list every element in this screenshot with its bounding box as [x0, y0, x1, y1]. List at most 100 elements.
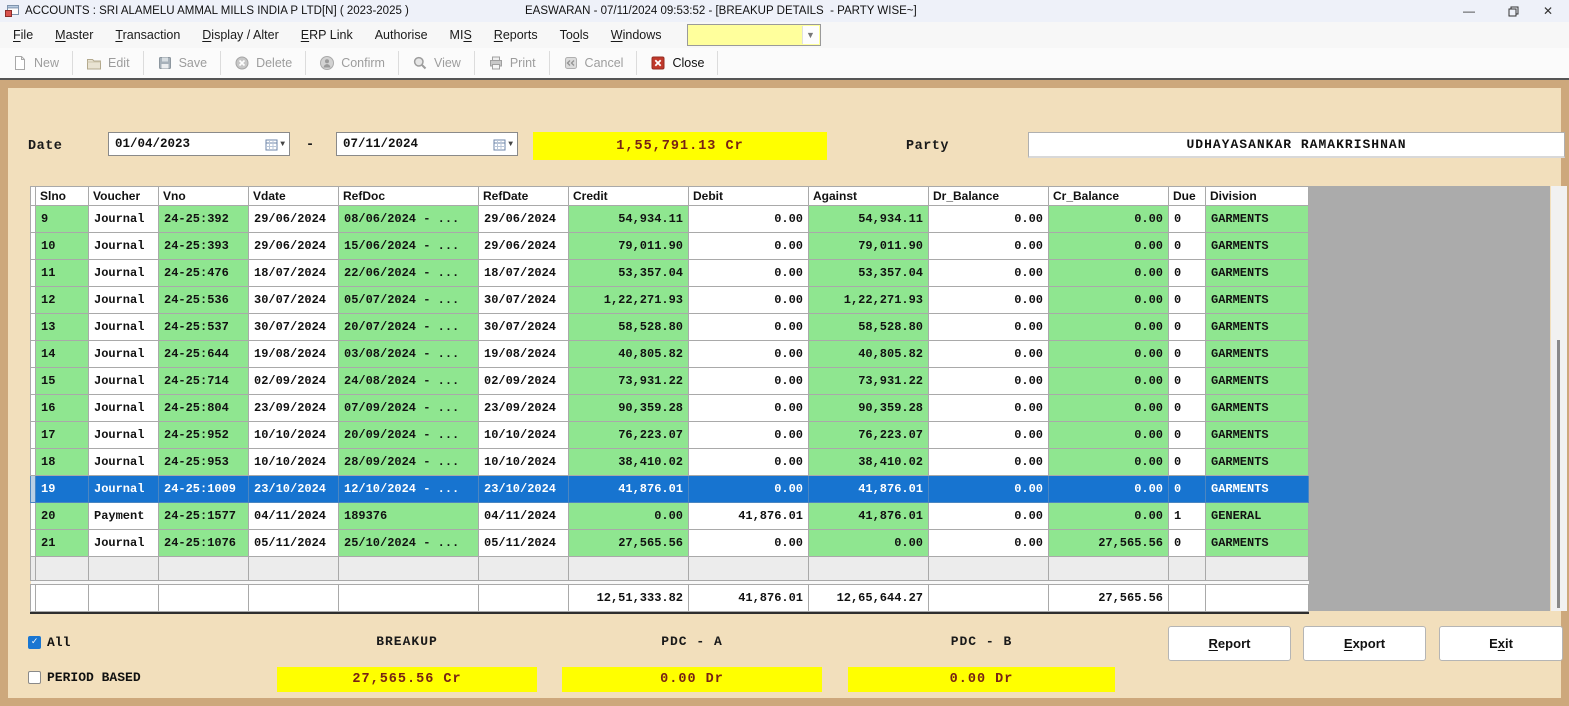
cell[interactable]: 0: [1169, 395, 1206, 422]
cell[interactable]: 04/11/2024: [479, 503, 569, 530]
cell[interactable]: 9: [36, 206, 89, 233]
table-row-10[interactable]: 10Journal24-25:39329/06/202415/06/2024 -…: [31, 233, 1309, 260]
cell[interactable]: 0.00: [1049, 503, 1169, 530]
cell[interactable]: 0: [1169, 530, 1206, 557]
cell[interactable]: Journal: [89, 314, 159, 341]
chevron-down-icon[interactable]: ▼: [508, 140, 513, 149]
table-row-16[interactable]: 16Journal24-25:80423/09/202407/09/2024 -…: [31, 395, 1309, 422]
cell[interactable]: 0.00: [689, 368, 809, 395]
cell[interactable]: 0.00: [929, 260, 1049, 287]
cell[interactable]: 02/09/2024: [249, 368, 339, 395]
cell[interactable]: 0: [1169, 449, 1206, 476]
cell[interactable]: 38,410.02: [569, 449, 689, 476]
report-button[interactable]: Report: [1168, 626, 1291, 661]
table-row-12[interactable]: 12Journal24-25:53630/07/202405/07/2024 -…: [31, 287, 1309, 314]
cell[interactable]: 24-25:393: [159, 233, 249, 260]
cell[interactable]: 0.00: [1049, 368, 1169, 395]
cell[interactable]: GARMENTS: [1206, 395, 1309, 422]
cell[interactable]: GARMENTS: [1206, 287, 1309, 314]
edit-button[interactable]: Edit: [74, 50, 142, 76]
table-row-14[interactable]: 14Journal24-25:64419/08/202403/08/2024 -…: [31, 341, 1309, 368]
cell[interactable]: 40,805.82: [569, 341, 689, 368]
cell[interactable]: 24-25:644: [159, 341, 249, 368]
save-button[interactable]: Save: [145, 50, 220, 76]
cell[interactable]: 10/10/2024: [479, 422, 569, 449]
menu-mis[interactable]: MIS: [439, 24, 483, 46]
new-button[interactable]: New: [0, 50, 71, 76]
cell[interactable]: 53,357.04: [809, 260, 929, 287]
cell[interactable]: 25/10/2024 - ...: [339, 530, 479, 557]
cell[interactable]: 0: [1169, 233, 1206, 260]
cancel-button[interactable]: Cancel: [551, 50, 636, 76]
menu-file[interactable]: File: [2, 24, 44, 46]
cell[interactable]: 05/11/2024: [249, 530, 339, 557]
export-button[interactable]: Export: [1303, 626, 1426, 661]
menu-master[interactable]: Master: [44, 24, 104, 46]
cell[interactable]: 05/11/2024: [479, 530, 569, 557]
cell[interactable]: 15/06/2024 - ...: [339, 233, 479, 260]
cell[interactable]: 29/06/2024: [479, 233, 569, 260]
cell[interactable]: 24-25:1577: [159, 503, 249, 530]
chevron-down-icon[interactable]: ▼: [802, 26, 819, 44]
cell[interactable]: 79,011.90: [809, 233, 929, 260]
cell[interactable]: 0.00: [929, 503, 1049, 530]
menu-display-alter[interactable]: Display / Alter: [191, 24, 290, 46]
table-row-21[interactable]: 21Journal24-25:107605/11/202425/10/2024 …: [31, 530, 1309, 557]
cell[interactable]: 12/10/2024 - ...: [339, 476, 479, 503]
cell[interactable]: Journal: [89, 260, 159, 287]
cell[interactable]: 18/07/2024: [479, 260, 569, 287]
cell[interactable]: 05/07/2024 - ...: [339, 287, 479, 314]
cell[interactable]: 41,876.01: [809, 503, 929, 530]
cell[interactable]: 0: [1169, 287, 1206, 314]
scrollbar-thumb[interactable]: [1557, 340, 1560, 608]
cell[interactable]: 0.00: [689, 233, 809, 260]
table-row-17[interactable]: 17Journal24-25:95210/10/202420/09/2024 -…: [31, 422, 1309, 449]
cell[interactable]: Journal: [89, 476, 159, 503]
restore-button[interactable]: [1491, 0, 1535, 22]
cell[interactable]: 0.00: [929, 206, 1049, 233]
print-button[interactable]: Print: [476, 50, 548, 76]
all-checkbox[interactable]: ✓: [28, 636, 41, 649]
cell[interactable]: 24-25:536: [159, 287, 249, 314]
cell[interactable]: GARMENTS: [1206, 314, 1309, 341]
cell[interactable]: 18/07/2024: [249, 260, 339, 287]
cell[interactable]: 0.00: [929, 449, 1049, 476]
cell[interactable]: 24/08/2024 - ...: [339, 368, 479, 395]
cell[interactable]: 0.00: [689, 341, 809, 368]
cell[interactable]: 24-25:804: [159, 395, 249, 422]
cell[interactable]: 30/07/2024: [249, 287, 339, 314]
table-row-19[interactable]: 19Journal24-25:100923/10/202412/10/2024 …: [31, 476, 1309, 503]
cell[interactable]: 10/10/2024: [249, 449, 339, 476]
cell[interactable]: 0.00: [929, 476, 1049, 503]
cell[interactable]: 27,565.56: [1049, 530, 1169, 557]
cell[interactable]: 29/06/2024: [249, 206, 339, 233]
cell[interactable]: 17: [36, 422, 89, 449]
cell[interactable]: 0: [1169, 260, 1206, 287]
cell[interactable]: 1,22,271.93: [569, 287, 689, 314]
close-window-button[interactable]: ✕: [1535, 0, 1569, 22]
cell[interactable]: Journal: [89, 206, 159, 233]
cell[interactable]: 0.00: [1049, 233, 1169, 260]
menu-authorise[interactable]: Authorise: [364, 24, 439, 46]
cell[interactable]: 73,931.22: [569, 368, 689, 395]
cell[interactable]: 0.00: [929, 314, 1049, 341]
cell[interactable]: 13: [36, 314, 89, 341]
cell[interactable]: 1,22,271.93: [809, 287, 929, 314]
cell[interactable]: 03/08/2024 - ...: [339, 341, 479, 368]
cell[interactable]: 90,359.28: [569, 395, 689, 422]
cell[interactable]: 0: [1169, 206, 1206, 233]
menu-tools[interactable]: Tools: [549, 24, 600, 46]
cell[interactable]: Journal: [89, 395, 159, 422]
chevron-down-icon[interactable]: ▼: [280, 140, 285, 149]
cell[interactable]: 0: [1169, 422, 1206, 449]
cell[interactable]: 14: [36, 341, 89, 368]
cell[interactable]: 0.00: [689, 449, 809, 476]
cell[interactable]: 0.00: [689, 287, 809, 314]
cell[interactable]: 08/06/2024 - ...: [339, 206, 479, 233]
cell[interactable]: 54,934.11: [569, 206, 689, 233]
period-based-checkbox[interactable]: [28, 671, 41, 684]
menu-windows[interactable]: Windows: [600, 24, 673, 46]
cell[interactable]: GARMENTS: [1206, 233, 1309, 260]
cell[interactable]: GENERAL: [1206, 503, 1309, 530]
cell[interactable]: Journal: [89, 422, 159, 449]
